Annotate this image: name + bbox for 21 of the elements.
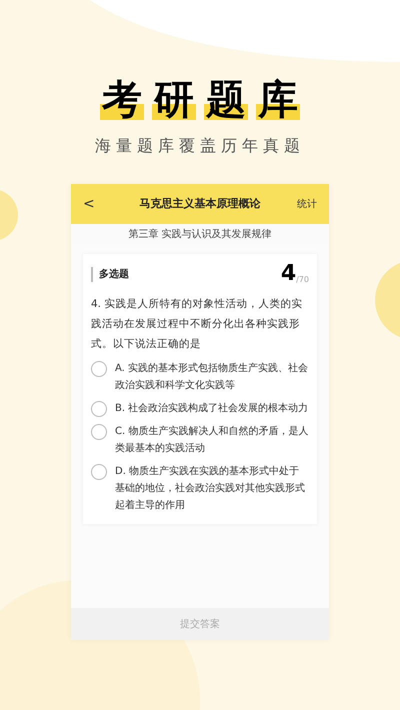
option-text: A. 实践的基本形式包括物质生产实践、社会政治实践和科学文化实践等 bbox=[115, 362, 309, 393]
back-button[interactable]: < bbox=[83, 194, 113, 214]
radio-button[interactable] bbox=[91, 401, 107, 417]
radio-button[interactable] bbox=[91, 424, 107, 440]
question-number: 4 bbox=[280, 262, 296, 286]
answer-option[interactable]: B. 社会政治实践构成了社会发展的根本动力 bbox=[91, 400, 309, 417]
answer-option[interactable]: D. 物质生产实践在实践的基本形式中处于基础的地位，社会政治实践对其他实践形式起着主导的作用 bbox=[91, 463, 309, 514]
question-total: /70 bbox=[296, 274, 309, 286]
option-text: D. 物质生产实践在实践的基本形式中处于基础的地位，社会政治实践对其他实践形式起着主导的作用 bbox=[115, 464, 306, 513]
question-type: 多选题 bbox=[91, 266, 129, 282]
header-title: 马克思主义基本原理概论 bbox=[138, 196, 262, 212]
option-text: C. 物质生产实践解决人和自然的矛盾，是人类最基本的实践活动 bbox=[115, 424, 309, 456]
option-text: B. 社会政治实践构成了社会发展的根本动力 bbox=[115, 402, 308, 416]
question-text: 4. 实践是人所特有的对象性活动，人类的实践活动在发展过程中不断分化出各种实践形式。以下说法正确的是 bbox=[91, 297, 304, 352]
chapter-bar: 第三章 实践与认识及其发展规律 bbox=[71, 224, 329, 244]
app-subtitle: 海量题库覆盖历年真题 bbox=[95, 135, 305, 157]
radio-button[interactable] bbox=[91, 464, 107, 480]
answer-option[interactable]: A. 实践的基本形式包括物质生产实践、社会政治实践和科学文化实践等 bbox=[91, 360, 309, 394]
radio-button[interactable] bbox=[91, 361, 107, 377]
statistics-button[interactable]: 统计 bbox=[287, 196, 317, 212]
answer-option[interactable]: C. 物质生产实践解决人和自然的矛盾，是人类最基本的实践活动 bbox=[91, 423, 309, 457]
